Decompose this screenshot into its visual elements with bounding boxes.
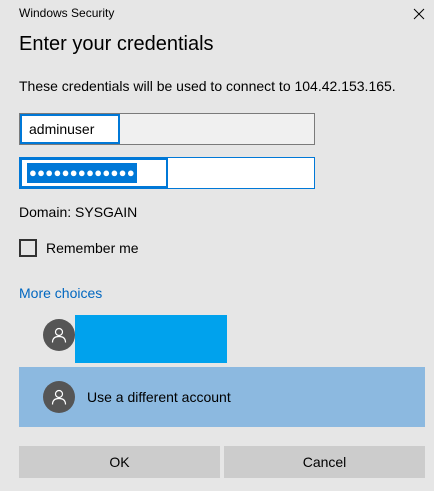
domain-label: Domain: SYSGAIN (19, 204, 138, 220)
remember-me-option[interactable]: Remember me (19, 239, 139, 257)
remember-me-label: Remember me (46, 240, 139, 256)
credentials-dialog: Windows Security Enter your credentials … (0, 0, 434, 491)
ok-button[interactable]: OK (19, 446, 220, 478)
user-avatar-icon (43, 381, 75, 413)
account-option-saved[interactable] (19, 312, 425, 363)
different-account-label: Use a different account (87, 389, 231, 405)
password-value[interactable]: ●●●●●●●●●●●●● (20, 158, 168, 188)
close-button[interactable] (404, 0, 434, 28)
password-field[interactable]: ●●●●●●●●●●●●● (19, 157, 315, 189)
cancel-button[interactable]: Cancel (224, 446, 425, 478)
redacted-account-name (75, 315, 227, 363)
close-icon (413, 8, 425, 20)
username-value[interactable]: adminuser (20, 114, 120, 144)
password-masked-text: ●●●●●●●●●●●●● (27, 163, 137, 183)
dialog-description: These credentials will be used to connec… (19, 78, 396, 94)
window-title: Windows Security (19, 6, 115, 20)
username-text: adminuser (29, 121, 95, 137)
user-avatar-icon (43, 319, 75, 351)
account-option-different[interactable]: Use a different account (19, 367, 425, 427)
more-choices-link[interactable]: More choices (19, 285, 102, 301)
remember-me-checkbox[interactable] (19, 239, 37, 257)
username-field[interactable]: adminuser (19, 113, 315, 145)
dialog-heading: Enter your credentials (19, 33, 214, 55)
